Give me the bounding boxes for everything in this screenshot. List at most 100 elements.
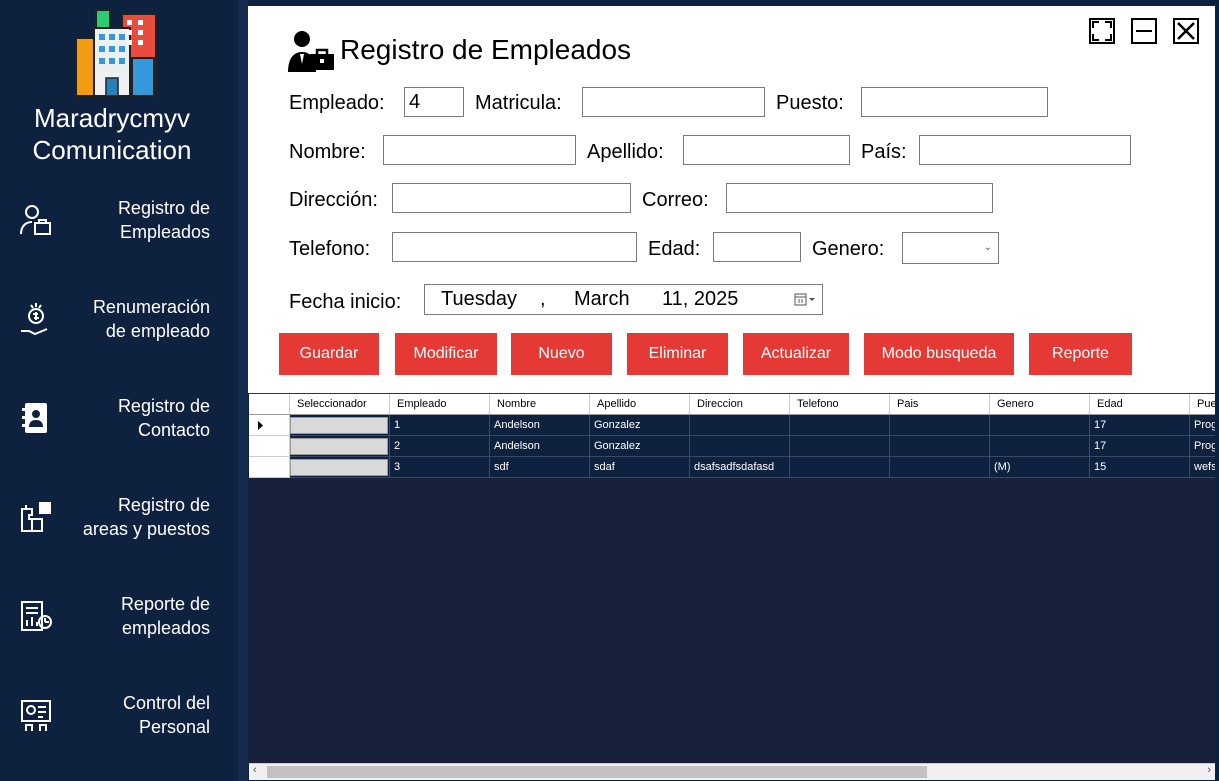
page-title: Registro de Empleados — [340, 34, 632, 65]
employees-grid[interactable]: Seleccionador Empleado Nombre Apellido D… — [249, 393, 1215, 764]
nuevo-button[interactable]: Nuevo — [511, 333, 612, 375]
table-cell[interactable] — [690, 436, 790, 457]
table-cell[interactable]: 3 — [390, 457, 490, 478]
table-row[interactable]: 3 sdf sdaf dsafsadfsdafasd (M) 15 wefs — [249, 457, 1215, 478]
table-row[interactable]: 2 Andelson Gonzalez 17 Prog — [249, 436, 1215, 457]
table-cell[interactable] — [790, 457, 890, 478]
contact-book-icon — [22, 403, 47, 433]
date-weekday: Tuesday — [441, 288, 517, 310]
correo-field[interactable] — [726, 183, 993, 213]
column-header[interactable]: Pais — [890, 394, 990, 414]
sidebar-item-reporte-empleados[interactable]: Reporte de empleados — [0, 582, 238, 652]
monitor-person-icon — [21, 700, 51, 731]
sidebar-item-label: Reporte de empleados — [120, 594, 210, 638]
maximize-button[interactable] — [1089, 18, 1115, 44]
column-header[interactable]: Genero — [990, 394, 1090, 414]
table-cell[interactable]: Gonzalez — [590, 436, 690, 457]
column-header[interactable]: Direccion — [690, 394, 790, 414]
column-header[interactable]: Apellido — [590, 394, 690, 414]
edad-field[interactable] — [713, 232, 801, 262]
date-comma: , — [540, 288, 546, 310]
row-header[interactable] — [249, 457, 290, 478]
table-cell[interactable]: Prog — [1190, 415, 1215, 436]
column-header[interactable]: Edad — [1090, 394, 1190, 414]
table-cell[interactable]: Andelson — [490, 436, 590, 457]
apellido-field[interactable] — [683, 135, 850, 165]
table-cell[interactable] — [790, 415, 890, 436]
sidebar-divider — [238, 0, 248, 781]
row-header[interactable] — [249, 415, 290, 436]
table-cell[interactable]: 1 — [390, 415, 490, 436]
direccion-field[interactable] — [392, 183, 631, 213]
nombre-field[interactable] — [383, 135, 576, 165]
scrollbar-thumb[interactable] — [267, 766, 927, 778]
seleccionador-cell[interactable] — [290, 457, 390, 478]
sidebar-item-renumeracion[interactable]: Renumeración de empleado — [0, 285, 238, 355]
sidebar-item-label: Registro de areas y puestos — [82, 495, 210, 539]
pais-field[interactable] — [919, 135, 1131, 165]
maximize-icon — [1092, 21, 1112, 41]
table-cell[interactable] — [890, 457, 990, 478]
reporte-button[interactable]: Reporte — [1029, 333, 1132, 375]
table-cell[interactable]: sdf — [490, 457, 590, 478]
column-header[interactable]: Nombre — [490, 394, 590, 414]
guardar-button[interactable]: Guardar — [279, 333, 379, 375]
table-cell[interactable]: 2 — [390, 436, 490, 457]
column-header[interactable]: Telefono — [790, 394, 890, 414]
selector-box[interactable] — [290, 459, 388, 476]
empleado-label: Empleado: — [289, 92, 385, 114]
scroll-left-icon[interactable]: ‹ — [253, 764, 257, 776]
sidebar-item-label: Renumeración de empleado — [92, 297, 210, 341]
table-cell[interactable]: Prog — [1190, 436, 1215, 457]
genero-label: Genero: — [812, 238, 885, 260]
nombre-label: Nombre: — [289, 141, 366, 163]
scroll-right-icon[interactable]: › — [1207, 764, 1211, 776]
table-cell[interactable]: 17 — [1090, 415, 1190, 436]
seleccionador-cell[interactable] — [290, 415, 390, 436]
sidebar-item-registro-contacto[interactable]: Registro de Contacto — [0, 384, 238, 454]
column-header[interactable]: Empleado — [390, 394, 490, 414]
fecha-inicio-datepicker[interactable]: Tuesday , March 11, 2025 — [424, 284, 823, 315]
row-header[interactable] — [249, 436, 290, 457]
modo-busqueda-button[interactable]: Modo busqueda — [864, 333, 1014, 375]
edad-label: Edad: — [648, 238, 701, 260]
close-button[interactable] — [1173, 18, 1199, 44]
selector-box[interactable] — [290, 417, 388, 434]
seleccionador-cell[interactable] — [290, 436, 390, 457]
table-cell[interactable]: (M) — [990, 457, 1090, 478]
table-cell[interactable] — [790, 436, 890, 457]
table-cell[interactable] — [690, 415, 790, 436]
sidebar-item-registro-areas[interactable]: Registro de areas y puestos — [0, 483, 238, 553]
minimize-button[interactable] — [1131, 18, 1157, 44]
minimize-icon — [1136, 30, 1152, 32]
table-cell[interactable]: 15 — [1090, 457, 1190, 478]
selector-box[interactable] — [290, 438, 388, 455]
eliminar-button[interactable]: Eliminar — [627, 333, 728, 375]
column-header[interactable]: Pue — [1190, 394, 1215, 414]
modificar-button[interactable]: Modificar — [395, 333, 497, 375]
actualizar-button[interactable]: Actualizar — [743, 333, 849, 375]
table-cell[interactable] — [990, 436, 1090, 457]
telefono-field[interactable] — [392, 232, 637, 262]
genero-select[interactable]: ⌄ — [902, 232, 999, 264]
table-cell[interactable] — [890, 415, 990, 436]
sidebar-item-control-personal[interactable]: Control del Personal — [0, 681, 238, 751]
table-cell[interactable]: 17 — [1090, 436, 1190, 457]
column-header[interactable]: Seleccionador — [290, 394, 390, 414]
table-cell[interactable]: sdaf — [590, 457, 690, 478]
table-row[interactable]: 1 Andelson Gonzalez 17 Prog — [249, 415, 1215, 436]
brand-name: Maradrycmyv Comunication — [32, 103, 192, 165]
calendar-dropdown-icon[interactable] — [794, 293, 816, 307]
table-cell[interactable] — [890, 436, 990, 457]
table-cell[interactable]: Andelson — [490, 415, 590, 436]
empleado-field[interactable] — [404, 87, 464, 117]
grid-horizontal-scrollbar[interactable]: ‹ › — [249, 763, 1215, 780]
sidebar-item-registro-empleados[interactable]: Registro de Empleados — [0, 186, 238, 256]
matricula-field[interactable] — [582, 87, 765, 117]
table-cell[interactable]: Gonzalez — [590, 415, 690, 436]
table-cell[interactable]: wefs — [1190, 457, 1215, 478]
table-cell[interactable]: dsafsadfsdafasd — [690, 457, 790, 478]
puesto-field[interactable] — [861, 87, 1048, 117]
table-cell[interactable] — [990, 415, 1090, 436]
close-icon — [1177, 22, 1195, 40]
